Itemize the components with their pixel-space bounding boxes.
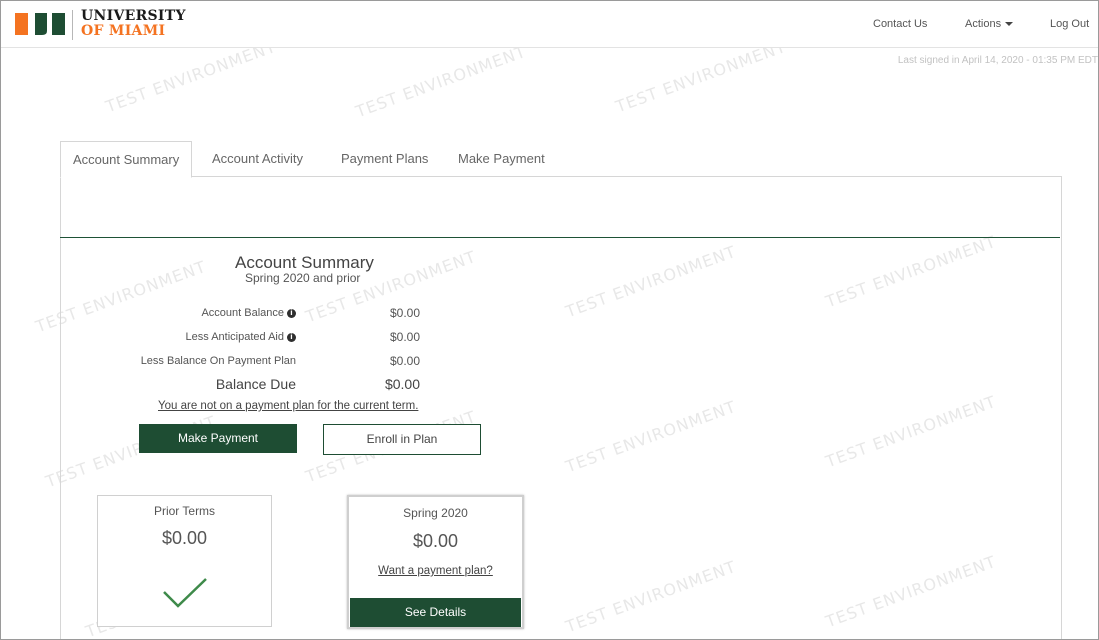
tab-account-summary[interactable]: Account Summary [60, 141, 193, 178]
enroll-in-plan-button[interactable]: Enroll in Plan [323, 424, 481, 455]
university-logo[interactable] [15, 9, 67, 39]
contact-us-link[interactable]: Contact Us [873, 18, 927, 30]
info-icon[interactable]: i [287, 332, 296, 342]
tab-payment-plans[interactable]: Payment Plans [341, 141, 428, 176]
logo-wordmark: UNIVERSITY OF MIAMI [81, 9, 186, 39]
caret-down-icon [1005, 22, 1014, 27]
prior-terms-card[interactable]: Prior Terms $0.00 [97, 495, 272, 627]
account-balance-value: $0.00 [389, 306, 420, 320]
card-title: Prior Terms [153, 504, 216, 518]
watermark-text: TEST ENVIRONMENT [353, 47, 529, 122]
account-balance-label: Account Balance i [201, 307, 296, 319]
summary-title: Account Summary [235, 253, 374, 272]
payment-plan-notice-link[interactable]: You are not on a payment plan for the cu… [158, 400, 418, 412]
logo-divider [72, 10, 73, 40]
actions-menu[interactable]: Actions [965, 18, 1014, 30]
tab-account-activity[interactable]: Account Activity [212, 141, 303, 176]
app-frame: TEST ENVIRONMENT TEST ENVIRONMENT TEST E… [0, 0, 1099, 640]
card-amount: $0.00 [161, 528, 208, 548]
balance-on-plan-label: Less Balance On Payment Plan [140, 355, 296, 367]
panel-divider [60, 237, 1060, 238]
make-payment-button[interactable]: Make Payment [139, 424, 297, 453]
logo-line-2: OF MIAMI [81, 23, 166, 39]
card-title: Spring 2020 [403, 506, 468, 520]
last-signed-in-text: Last signed in April 14, 2020 - 01:35 PM… [897, 55, 1098, 66]
tab-make-payment[interactable]: Make Payment [458, 141, 545, 176]
balance-due-value: $0.00 [384, 376, 420, 392]
summary-subtitle: Spring 2020 and prior [245, 271, 361, 285]
anticipated-aid-label: Less Anticipated Aid i [186, 331, 296, 343]
anticipated-aid-text: Less Anticipated Aid [185, 331, 284, 343]
spring-2020-card[interactable]: Spring 2020 $0.00 Want a payment plan? S… [347, 495, 524, 629]
checkmark-icon [163, 578, 207, 608]
logo-line-1: UNIVERSITY [81, 8, 186, 24]
actions-menu-label: Actions [965, 18, 1002, 30]
balance-due-label: Balance Due [215, 376, 296, 392]
info-icon[interactable]: i [287, 308, 296, 318]
account-balance-text: Account Balance [201, 307, 284, 319]
watermark-text: TEST ENVIRONMENT [103, 47, 279, 117]
card-amount: $0.00 [412, 531, 459, 551]
watermark-text: TEST ENVIRONMENT [613, 47, 789, 117]
log-out-link[interactable]: Log Out [1050, 18, 1089, 30]
balance-on-plan-value: $0.00 [389, 354, 420, 368]
top-header: UNIVERSITY OF MIAMI Contact Us Actions L… [1, 1, 1098, 48]
see-details-button[interactable]: See Details [350, 598, 521, 627]
want-payment-plan-link[interactable]: Want a payment plan? [349, 565, 522, 577]
anticipated-aid-value: $0.00 [389, 330, 420, 344]
